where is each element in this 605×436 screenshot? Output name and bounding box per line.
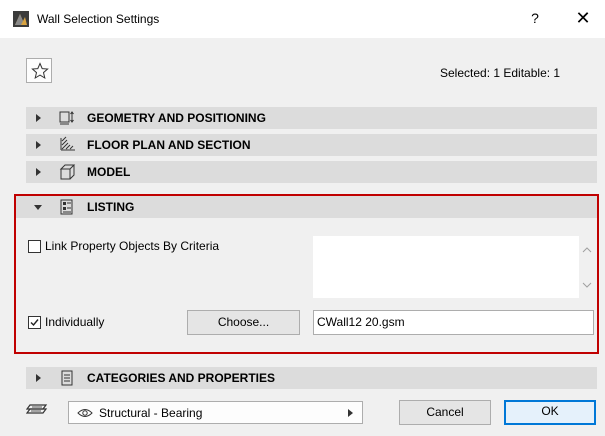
ok-button[interactable]: OK <box>504 400 596 425</box>
checkmark-icon <box>30 319 39 327</box>
individually-checkbox[interactable] <box>28 316 41 329</box>
library-part-field[interactable]: CWall12 20.gsm <box>313 310 594 335</box>
link-criteria-label: Link Property Objects By Criteria <box>45 239 220 253</box>
listing-icon <box>60 199 73 215</box>
eye-icon <box>77 409 93 417</box>
expand-arrow-icon <box>36 141 41 149</box>
favorites-button[interactable] <box>26 58 52 83</box>
selection-count: Selected: 1 Editable: 1 <box>440 66 561 80</box>
model-box-icon <box>59 164 76 180</box>
individually-label: Individually <box>45 315 105 329</box>
categories-icon <box>61 370 73 386</box>
panel-title: LISTING <box>87 200 135 214</box>
panel-floor-plan-and-section[interactable]: FLOOR PLAN AND SECTION <box>26 134 597 156</box>
panel-geometry-and-positioning[interactable]: GEOMETRY AND POSITIONING <box>26 107 597 129</box>
choose-button[interactable]: Choose... <box>187 310 300 335</box>
dropdown-arrow-icon <box>348 409 353 417</box>
floor-plan-icon <box>60 136 75 151</box>
cancel-button[interactable]: Cancel <box>399 400 491 425</box>
help-button[interactable]: ? <box>520 5 550 31</box>
layer-value: Structural - Bearing <box>99 406 203 420</box>
expand-arrow-icon <box>36 114 41 122</box>
criteria-text-area[interactable] <box>313 236 579 298</box>
collapse-arrow-icon <box>34 205 42 210</box>
panel-listing[interactable]: LISTING <box>16 196 597 218</box>
close-button[interactable]: ✕ <box>568 5 598 31</box>
window-title: Wall Selection Settings <box>37 12 160 26</box>
panel-title: CATEGORIES AND PROPERTIES <box>87 371 276 385</box>
layer-dropdown[interactable]: Structural - Bearing <box>68 401 363 424</box>
expand-arrow-icon <box>36 168 41 176</box>
panel-title: GEOMETRY AND POSITIONING <box>87 111 266 125</box>
panel-categories-and-properties[interactable]: CATEGORIES AND PROPERTIES <box>26 367 597 389</box>
scroll-up-icon[interactable] <box>582 245 592 255</box>
expand-arrow-icon <box>36 374 41 382</box>
panel-model[interactable]: MODEL <box>26 161 597 183</box>
geometry-icon <box>59 111 74 125</box>
layer-stack-icon <box>26 404 48 414</box>
panel-title: FLOOR PLAN AND SECTION <box>87 138 251 152</box>
panel-title: MODEL <box>87 165 131 179</box>
title-bar: Wall Selection Settings ? ✕ <box>0 0 605 38</box>
scroll-down-icon[interactable] <box>582 280 592 290</box>
archicad-logo-icon <box>13 11 29 27</box>
link-criteria-checkbox[interactable] <box>28 240 41 253</box>
star-icon <box>31 62 49 80</box>
